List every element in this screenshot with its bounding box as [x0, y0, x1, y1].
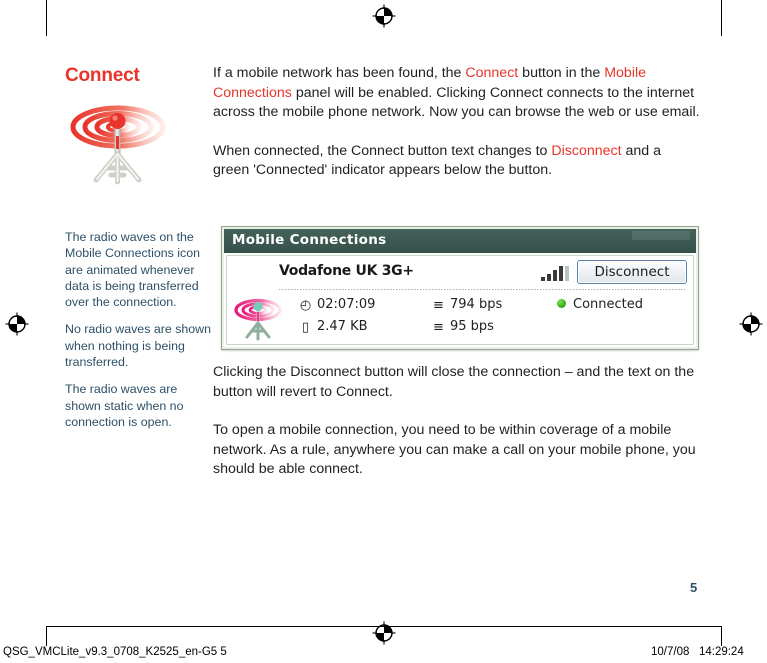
- signal-bar-3: [553, 270, 557, 281]
- stat-download-rate-value: 95 bps: [450, 319, 494, 334]
- signal-bar-2: [547, 274, 551, 281]
- p2-part1: When connected, the Connect button text …: [213, 142, 552, 159]
- footer-timestamp: 10/7/08 14:29:24: [651, 646, 744, 658]
- panel-inner: Mobile Connections Vodafone UK 3G+ Disco…: [224, 229, 696, 347]
- disconnect-button[interactable]: Disconnect: [577, 260, 687, 284]
- side-notes: The radio waves on the Mobile Connection…: [65, 229, 213, 430]
- paragraph-1: If a mobile network has been found, the …: [213, 64, 700, 123]
- panel-titlebar: Mobile Connections: [224, 229, 696, 253]
- signal-bar-5: [565, 266, 569, 281]
- crop-mark-bottom-left: [46, 626, 47, 646]
- stat-upload-rate: ≡ 794 bps: [432, 297, 502, 313]
- page-title: Connect: [65, 65, 140, 86]
- side-note-3: The radio waves are shown static when no…: [65, 382, 184, 429]
- upload-icon: ≡: [433, 298, 444, 313]
- stat-download-rate: ≡ 95 bps: [432, 319, 494, 335]
- paragraph-2: When connected, the Connect button text …: [213, 142, 700, 181]
- paragraph-4: To open a mobile connection, you need to…: [213, 422, 696, 478]
- signal-bar-4: [559, 266, 563, 281]
- registration-mark-left: [5, 312, 29, 336]
- crop-mark-top-left: [46, 0, 47, 36]
- footer-file-info: QSG_VMCLite_v9.3_0708_K2525_en-G5 5: [3, 646, 227, 658]
- download-icon: ≡: [433, 320, 444, 335]
- clock-icon: ◴: [299, 298, 312, 313]
- panel-divider: [279, 289, 685, 290]
- stat-data-volume-value: 2.47 KB: [317, 319, 368, 334]
- footer-rule: [46, 626, 721, 627]
- status-label: Connected: [573, 297, 644, 312]
- panel-body: Vodafone UK 3G+ Disconnect ◴ 02:07:09 ▯ …: [226, 255, 694, 345]
- signal-bar-1: [541, 277, 545, 281]
- connection-stats: ◴ 02:07:09 ▯ 2.47 KB ≡ 794 bps ≡ 95 bps Conn…: [227, 292, 693, 344]
- stat-data-volume: ▯ 2.47 KB: [299, 319, 368, 335]
- radio-antenna-icon: [66, 96, 174, 188]
- stat-duration: ◴ 02:07:09: [299, 297, 376, 313]
- registration-mark-right: [739, 312, 763, 336]
- body-text-top: If a mobile network has been found, the …: [213, 64, 700, 181]
- stat-duration-value: 02:07:09: [317, 297, 376, 312]
- status-badge: Connected: [557, 297, 643, 312]
- crop-mark-top-right: [721, 0, 722, 36]
- network-row: Vodafone UK 3G+ Disconnect: [227, 256, 693, 290]
- side-note-1: The radio waves on the Mobile Connection…: [65, 230, 200, 310]
- stat-upload-rate-value: 794 bps: [450, 297, 503, 312]
- panel-title: Mobile Connections: [232, 232, 387, 248]
- p2-highlight-disconnect: Disconnect: [551, 142, 622, 159]
- registration-mark-top: [372, 4, 396, 28]
- mobile-connection-antenna-icon: [233, 294, 285, 344]
- data-volume-icon: ▯: [301, 320, 310, 335]
- signal-bars-icon: [541, 265, 569, 281]
- crop-mark-bottom-right: [721, 626, 722, 646]
- network-name: Vodafone UK 3G+: [279, 263, 414, 279]
- titlebar-sheen: [632, 231, 690, 240]
- side-note-2: No radio waves are shown when nothing is…: [65, 322, 212, 370]
- paragraph-3: Clicking the Disconnect button will clos…: [213, 364, 695, 400]
- p1-part2: button in the: [518, 65, 605, 81]
- status-dot-icon: [557, 299, 566, 308]
- body-text-bottom: Clicking the Disconnect button will clos…: [213, 363, 700, 480]
- p1-part1: If a mobile network has been found, the: [213, 65, 466, 81]
- page-number: 5: [690, 580, 698, 595]
- registration-mark-bottom: [372, 621, 396, 645]
- p1-highlight-connect: Connect: [465, 65, 519, 81]
- mobile-connections-panel-screenshot: Mobile Connections Vodafone UK 3G+ Disco…: [221, 226, 699, 350]
